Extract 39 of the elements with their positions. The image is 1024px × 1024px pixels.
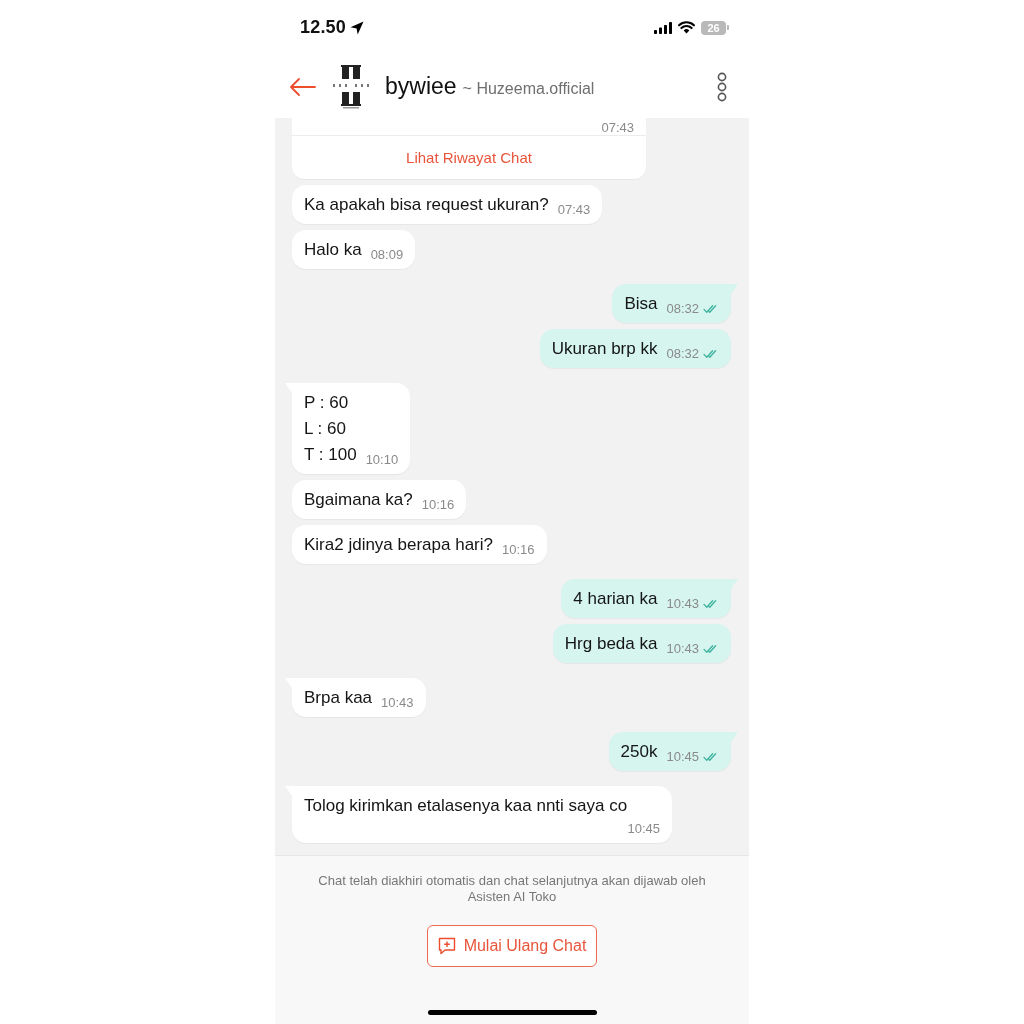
message-time: 10:43 — [666, 596, 699, 612]
shop-name: ~ Huzeema.official — [462, 80, 595, 98]
message-text: P : 60 L : 60 T : 100 — [304, 392, 357, 466]
more-options-icon[interactable] — [717, 71, 727, 102]
message-text: Bgaimana ka? — [304, 489, 413, 511]
message-time: 10:45 — [627, 821, 660, 837]
restart-chat-button[interactable]: Mulai Ulang Chat — [426, 925, 598, 967]
message-time: 10:16 — [421, 497, 455, 513]
message-text: Kira2 jdinya berapa hari? — [304, 534, 493, 556]
message-time: 10:45 — [666, 749, 699, 765]
message-time: 08:09 — [370, 247, 404, 263]
message-time: 10:43 — [666, 641, 699, 657]
back-arrow-icon[interactable] — [289, 76, 316, 97]
message-text: Brpa kaa — [304, 687, 373, 709]
message-text: Ka apakah bisa request ukuran? — [304, 194, 549, 216]
message-time: 07:43 — [557, 202, 591, 218]
signal-icon — [654, 21, 672, 34]
message-time: 10:43 — [381, 695, 414, 711]
message-text: Hrg beda ka — [564, 633, 658, 655]
contact-name: bywiee — [385, 73, 457, 100]
message-time: 10:10 — [365, 452, 399, 468]
message-text: Bisa — [624, 293, 658, 315]
chat-ended-notice: Chat telah diakhiri otomatis dan chat selanjutnya akan dijawab oleh Asisten AI Toko — [317, 873, 707, 905]
message-text: 250k — [620, 741, 658, 763]
wifi-icon — [678, 21, 695, 34]
message-text: Ukuran brp kk — [551, 338, 658, 360]
message-text: Halo ka — [304, 239, 362, 261]
store-logo-icon — [332, 64, 370, 109]
message-text: Tolog kirimkan etalasenya kaa nnti saya co — [304, 795, 628, 817]
history-link[interactable]: Lihat Riwayat Chat — [406, 149, 532, 166]
battery-percent: 26 — [707, 20, 720, 35]
chat-add-icon — [437, 937, 456, 955]
message-time: 08:32 — [666, 346, 699, 362]
message-time: 08:32 — [666, 301, 699, 317]
message-text: 4 harian ka — [573, 588, 658, 610]
message-time: 07:43 — [601, 120, 634, 135]
location-arrow-icon — [350, 20, 365, 35]
message-time: 10:16 — [502, 542, 535, 558]
status-time: 12.50 — [300, 17, 347, 38]
